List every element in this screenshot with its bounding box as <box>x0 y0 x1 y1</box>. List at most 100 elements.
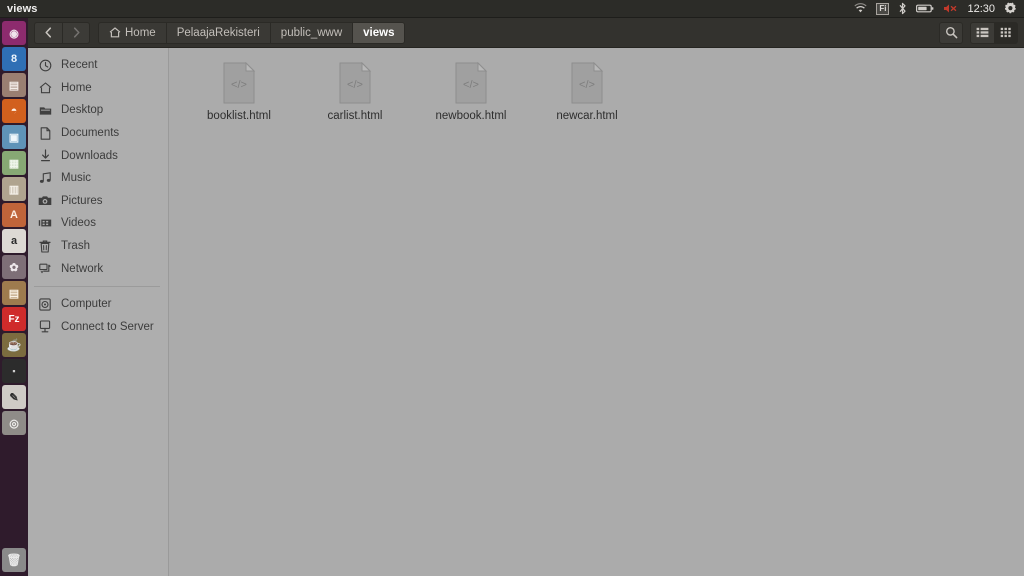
launcher-icon-libreoffice-impress[interactable]: ▥ <box>2 177 26 201</box>
svg-text:</>: </> <box>231 79 247 91</box>
file-item[interactable]: </> newbook.html <box>413 58 529 122</box>
bluetooth-icon[interactable] <box>898 2 907 15</box>
search-icon <box>945 26 958 39</box>
breadcrumb-item-pelaajarekisteri[interactable]: PelaajaRekisteri <box>165 21 270 44</box>
sidebar-item-label: Recent <box>61 59 98 72</box>
home-icon <box>109 27 121 38</box>
launcher-icon-files-nautilus[interactable]: ▤ <box>2 281 26 305</box>
sidebar-item-network[interactable]: Network <box>28 257 168 280</box>
file-grid: </> booklist.html </> carlist.html </> n… <box>169 48 1024 122</box>
download-arrow-icon <box>38 149 52 162</box>
launcher-icon-dash-home[interactable]: ◉ <box>2 21 26 45</box>
clock[interactable]: 12:30 <box>967 3 995 15</box>
window-body: Recent Home Desktop Documents Downloads … <box>28 48 1024 576</box>
launcher-icon-screenshot-tool[interactable]: ◎ <box>2 411 26 435</box>
camera-icon <box>38 195 52 206</box>
gear-icon[interactable] <box>1004 2 1017 15</box>
sidebar-item-label: Pictures <box>61 194 103 207</box>
launcher-icon-libreoffice-writer[interactable]: ▣ <box>2 125 26 149</box>
launcher-icon-text-editor[interactable]: ✎ <box>2 385 26 409</box>
document-icon <box>38 126 52 140</box>
svg-text:</>: </> <box>347 79 363 91</box>
breadcrumb-label: Home <box>125 26 156 39</box>
grid-view-icon <box>1000 27 1012 38</box>
volume-muted-icon[interactable] <box>943 3 958 14</box>
breadcrumb-item-home[interactable]: Home <box>98 21 166 44</box>
file-manager-window: Home PelaajaRekisteri public_www views R… <box>28 18 1024 576</box>
forward-button[interactable] <box>62 21 90 44</box>
sidebar-item-computer[interactable]: Computer <box>28 293 168 316</box>
network-icon <box>38 263 52 275</box>
computer-icon <box>38 298 52 311</box>
file-list-view[interactable]: </> booklist.html </> carlist.html </> n… <box>169 48 1024 576</box>
sidebar-item-documents[interactable]: Documents <box>28 122 168 145</box>
sidebar-item-home[interactable]: Home <box>28 77 168 100</box>
file-name-label: booklist.html <box>207 110 271 122</box>
html-file-icon: </> <box>338 62 372 104</box>
launcher-icon-filezilla[interactable]: Fz <box>2 307 26 331</box>
breadcrumb-label: PelaajaRekisteri <box>176 26 260 39</box>
sidebar-item-label: Documents <box>61 127 120 140</box>
breadcrumb-label: public_www <box>280 26 343 39</box>
sidebar-item-label: Videos <box>61 217 96 230</box>
html-file-icon: </> <box>454 62 488 104</box>
breadcrumb-item-public-www[interactable]: public_www <box>269 21 353 44</box>
grid-view-button[interactable] <box>994 21 1018 44</box>
sidebar-item-label: Network <box>61 262 104 275</box>
film-icon <box>38 218 52 228</box>
launcher-icon-firefox[interactable]: ◓ <box>2 99 26 123</box>
sidebar-item-downloads[interactable]: Downloads <box>28 144 168 167</box>
home-icon <box>38 82 52 94</box>
breadcrumb-item-views[interactable]: views <box>352 21 406 44</box>
wifi-icon[interactable] <box>854 3 867 14</box>
sidebar-item-desktop[interactable]: Desktop <box>28 99 168 122</box>
sidebar-item-connect-to-server[interactable]: Connect to Server <box>28 316 168 339</box>
window-title: views <box>7 2 38 15</box>
file-item[interactable]: </> newcar.html <box>529 58 645 122</box>
file-manager-toolbar: Home PelaajaRekisteri public_www views <box>28 18 1024 48</box>
sidebar-item-label: Downloads <box>61 149 118 162</box>
launcher-icon-libreoffice-calc[interactable]: ▦ <box>2 151 26 175</box>
back-button[interactable] <box>34 21 62 44</box>
breadcrumb: Home PelaajaRekisteri public_www views <box>98 21 406 44</box>
launcher-icon-amazon[interactable]: a <box>2 229 26 253</box>
launcher-icon-ubuntu-software[interactable]: A <box>2 203 26 227</box>
svg-text:</>: </> <box>579 79 595 91</box>
sidebar-item-label: Trash <box>61 240 90 253</box>
launcher-icon-terminal[interactable]: ▪ <box>2 359 26 383</box>
sidebar-item-videos[interactable]: Videos <box>28 212 168 235</box>
launcher-icon-trash[interactable]: 🗑 <box>2 548 26 572</box>
html-file-icon: </> <box>570 62 604 104</box>
launcher-icon-firefox-alt[interactable]: 8 <box>2 47 26 71</box>
unity-launcher: ◉ 8 ▤ ◓ ▣ ▦ ▥ A a ✿ ▤ Fz ☕ ▪ ✎ ◎ 🗑 <box>0 18 28 576</box>
music-note-icon <box>38 172 52 184</box>
places-sidebar: Recent Home Desktop Documents Downloads … <box>28 48 169 576</box>
breadcrumb-label: views <box>363 26 395 39</box>
search-button[interactable] <box>939 21 963 44</box>
launcher-icon-libreoffice-start[interactable]: ▤ <box>2 73 26 97</box>
trash-icon <box>38 240 52 253</box>
desktop-screen: views Fi 12:30 ◉ 8 ▤ ◓ ▣ ▦ ▥ A a ✿ ▤ Fz … <box>0 0 1024 576</box>
sidebar-item-music[interactable]: Music <box>28 167 168 190</box>
clock-icon <box>38 59 52 72</box>
launcher-icon-netbeans-java[interactable]: ☕ <box>2 333 26 357</box>
sidebar-item-pictures[interactable]: Pictures <box>28 190 168 213</box>
battery-icon[interactable] <box>916 3 934 14</box>
sidebar-item-label: Desktop <box>61 104 104 117</box>
keyboard-layout-indicator[interactable]: Fi <box>876 2 890 15</box>
sidebar-item-trash[interactable]: Trash <box>28 235 168 258</box>
file-item[interactable]: </> booklist.html <box>181 58 297 122</box>
sidebar-item-recent[interactable]: Recent <box>28 54 168 77</box>
sidebar-item-label: Connect to Server <box>61 320 154 333</box>
html-file-icon: </> <box>222 62 256 104</box>
system-tray: Fi 12:30 <box>854 2 1024 15</box>
top-panel: views Fi 12:30 <box>0 0 1024 18</box>
sidebar-item-label: Computer <box>61 298 112 311</box>
list-view-button[interactable] <box>970 21 994 44</box>
sidebar-item-label: Music <box>61 172 92 185</box>
sidebar-separator <box>34 285 160 287</box>
file-name-label: newbook.html <box>435 110 507 122</box>
file-item[interactable]: </> carlist.html <box>297 58 413 122</box>
view-mode-toggle <box>970 21 1018 44</box>
launcher-icon-system-settings[interactable]: ✿ <box>2 255 26 279</box>
